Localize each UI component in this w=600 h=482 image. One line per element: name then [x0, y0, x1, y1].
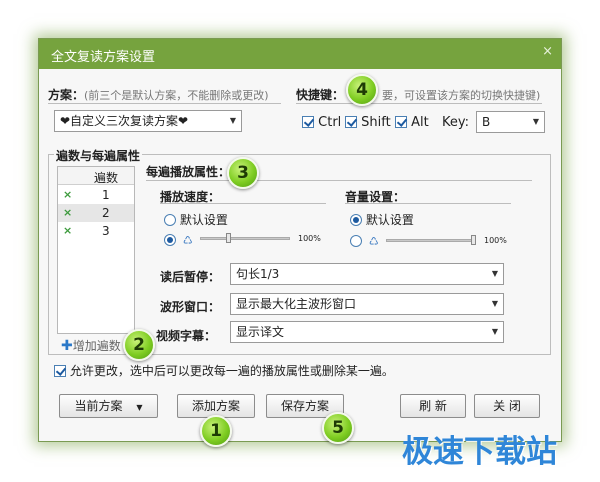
- chevron-down-icon: ▼: [532, 117, 539, 126]
- scheme-divider: [48, 103, 281, 104]
- volume-icon: ♺: [368, 235, 379, 248]
- delete-pass-icon[interactable]: ×: [63, 188, 72, 201]
- callout-badge-3: 3: [227, 157, 259, 189]
- table-row[interactable]: × 1: [58, 186, 134, 204]
- alt-checkbox[interactable]: [395, 116, 407, 128]
- scheme-select[interactable]: ❤自定义三次复读方案❤ ▼: [54, 110, 242, 132]
- volume-slider-thumb[interactable]: [471, 235, 476, 245]
- hotkey-hint: 要，可设置该方案的切换快捷键): [382, 89, 541, 102]
- table-row[interactable]: × 3: [58, 222, 134, 240]
- shift-checkbox[interactable]: [345, 116, 357, 128]
- volume-percent: 100%: [484, 236, 507, 245]
- callout-badge-2: 2: [123, 329, 155, 361]
- speed-default-radio[interactable]: [164, 214, 176, 226]
- pass-number: 3: [102, 224, 110, 238]
- passes-group-title: 遍数与每遍属性: [54, 147, 143, 164]
- callout-badge-5: 5: [322, 412, 354, 444]
- pause-select-value: 句长1/3: [236, 267, 280, 281]
- alt-option[interactable]: Alt: [395, 115, 429, 130]
- pass-number: 1: [102, 188, 110, 202]
- passes-table-header: 遍数: [58, 167, 134, 185]
- table-row[interactable]: × 2: [58, 204, 134, 222]
- add-pass-label: 增加遍数: [72, 339, 121, 353]
- delete-pass-icon[interactable]: ×: [63, 224, 72, 237]
- wave-select[interactable]: 显示最大化主波形窗口 ▼: [230, 293, 504, 315]
- passes-table: 遍数 × 1 × 2 × 3: [57, 166, 135, 334]
- chevron-down-icon: ▼: [491, 269, 498, 278]
- volume-custom-option[interactable]: ♺: [350, 234, 379, 248]
- subtitle-select[interactable]: 显示译文 ▼: [230, 321, 504, 343]
- current-scheme-label: 当前方案: [74, 399, 123, 413]
- chevron-down-icon: ▼: [229, 116, 236, 125]
- pause-label: 读后暂停：: [160, 270, 221, 284]
- ctrl-label: Ctrl: [318, 115, 342, 130]
- volume-default-label: 默认设置: [365, 213, 414, 227]
- add-pass-link[interactable]: ✚增加遍数: [61, 337, 121, 354]
- volume-slider[interactable]: [386, 239, 476, 242]
- volume-default-option[interactable]: 默认设置: [350, 211, 414, 228]
- wave-label: 波形窗口：: [160, 300, 221, 314]
- speed-custom-radio[interactable]: [164, 234, 176, 246]
- ctrl-checkbox[interactable]: [302, 116, 314, 128]
- wave-select-value: 显示最大化主波形窗口: [236, 297, 357, 311]
- key-select-value: B: [482, 115, 491, 129]
- scheme-hint: (前三个是默认方案，不能删除或更改): [84, 89, 269, 102]
- props-title: 每遍播放属性：: [146, 165, 231, 179]
- chevron-down-icon: ▼: [491, 327, 498, 336]
- pass-number: 2: [102, 206, 110, 220]
- shift-option[interactable]: Shift: [345, 115, 391, 130]
- speed-default-option[interactable]: 默认设置: [164, 211, 228, 228]
- speed-default-label: 默认设置: [179, 213, 228, 227]
- speed-icon: ♺: [182, 234, 193, 247]
- close-button[interactable]: 关 闭: [474, 394, 540, 418]
- hotkey-divider: [296, 103, 542, 104]
- speed-divider: [160, 203, 326, 204]
- current-scheme-button[interactable]: 当前方案 ▼: [59, 394, 158, 418]
- volume-default-radio[interactable]: [350, 214, 362, 226]
- volume-divider: [345, 203, 511, 204]
- chevron-down-icon: ▼: [136, 403, 143, 412]
- close-icon[interactable]: ×: [542, 44, 553, 59]
- site-watermark: 极速下载站: [402, 434, 557, 470]
- scheme-label: 方案：: [48, 88, 85, 102]
- passes-column-header: 遍数: [94, 171, 119, 185]
- volume-custom-radio[interactable]: [350, 235, 362, 247]
- callout-badge-1: 1: [200, 415, 232, 447]
- allow-change-checkbox[interactable]: [54, 365, 66, 377]
- hotkey-label: 快捷键：: [296, 88, 345, 102]
- speed-slider[interactable]: [200, 237, 290, 240]
- allow-change-label: 允许更改，选中后可以更改每一遍的播放属性或删除某一遍。: [69, 364, 394, 378]
- key-label: Key:: [442, 115, 470, 130]
- pause-select[interactable]: 句长1/3 ▼: [230, 263, 504, 285]
- allow-change-option[interactable]: 允许更改，选中后可以更改每一遍的播放属性或删除某一遍。: [54, 362, 394, 379]
- plus-icon: ✚: [61, 338, 73, 354]
- chevron-down-icon: ▼: [491, 299, 498, 308]
- refresh-button[interactable]: 刷 新: [400, 394, 466, 418]
- key-select[interactable]: B ▼: [476, 111, 545, 133]
- speed-percent: 100%: [298, 234, 321, 243]
- delete-pass-icon[interactable]: ×: [63, 206, 72, 219]
- speed-custom-option[interactable]: ♺: [164, 233, 193, 247]
- ctrl-option[interactable]: Ctrl: [302, 115, 341, 130]
- scheme-label-row: 方案：(前三个是默认方案，不能删除或更改): [48, 86, 269, 103]
- props-divider: [146, 180, 532, 181]
- speed-slider-thumb[interactable]: [225, 233, 231, 243]
- subtitle-select-value: 显示译文: [236, 325, 285, 339]
- shift-label: Shift: [361, 115, 391, 130]
- subtitle-label: 视频字幕：: [156, 329, 217, 343]
- callout-badge-4: 4: [346, 74, 378, 106]
- hotkey-label-row: 快捷键： 要，可设置该方案的切换快捷键): [296, 86, 540, 103]
- title-bar: 全文复读方案设置 ×: [39, 39, 561, 69]
- scheme-select-value: ❤自定义三次复读方案❤: [60, 114, 189, 128]
- alt-label: Alt: [411, 115, 429, 130]
- window-title: 全文复读方案设置: [51, 50, 156, 65]
